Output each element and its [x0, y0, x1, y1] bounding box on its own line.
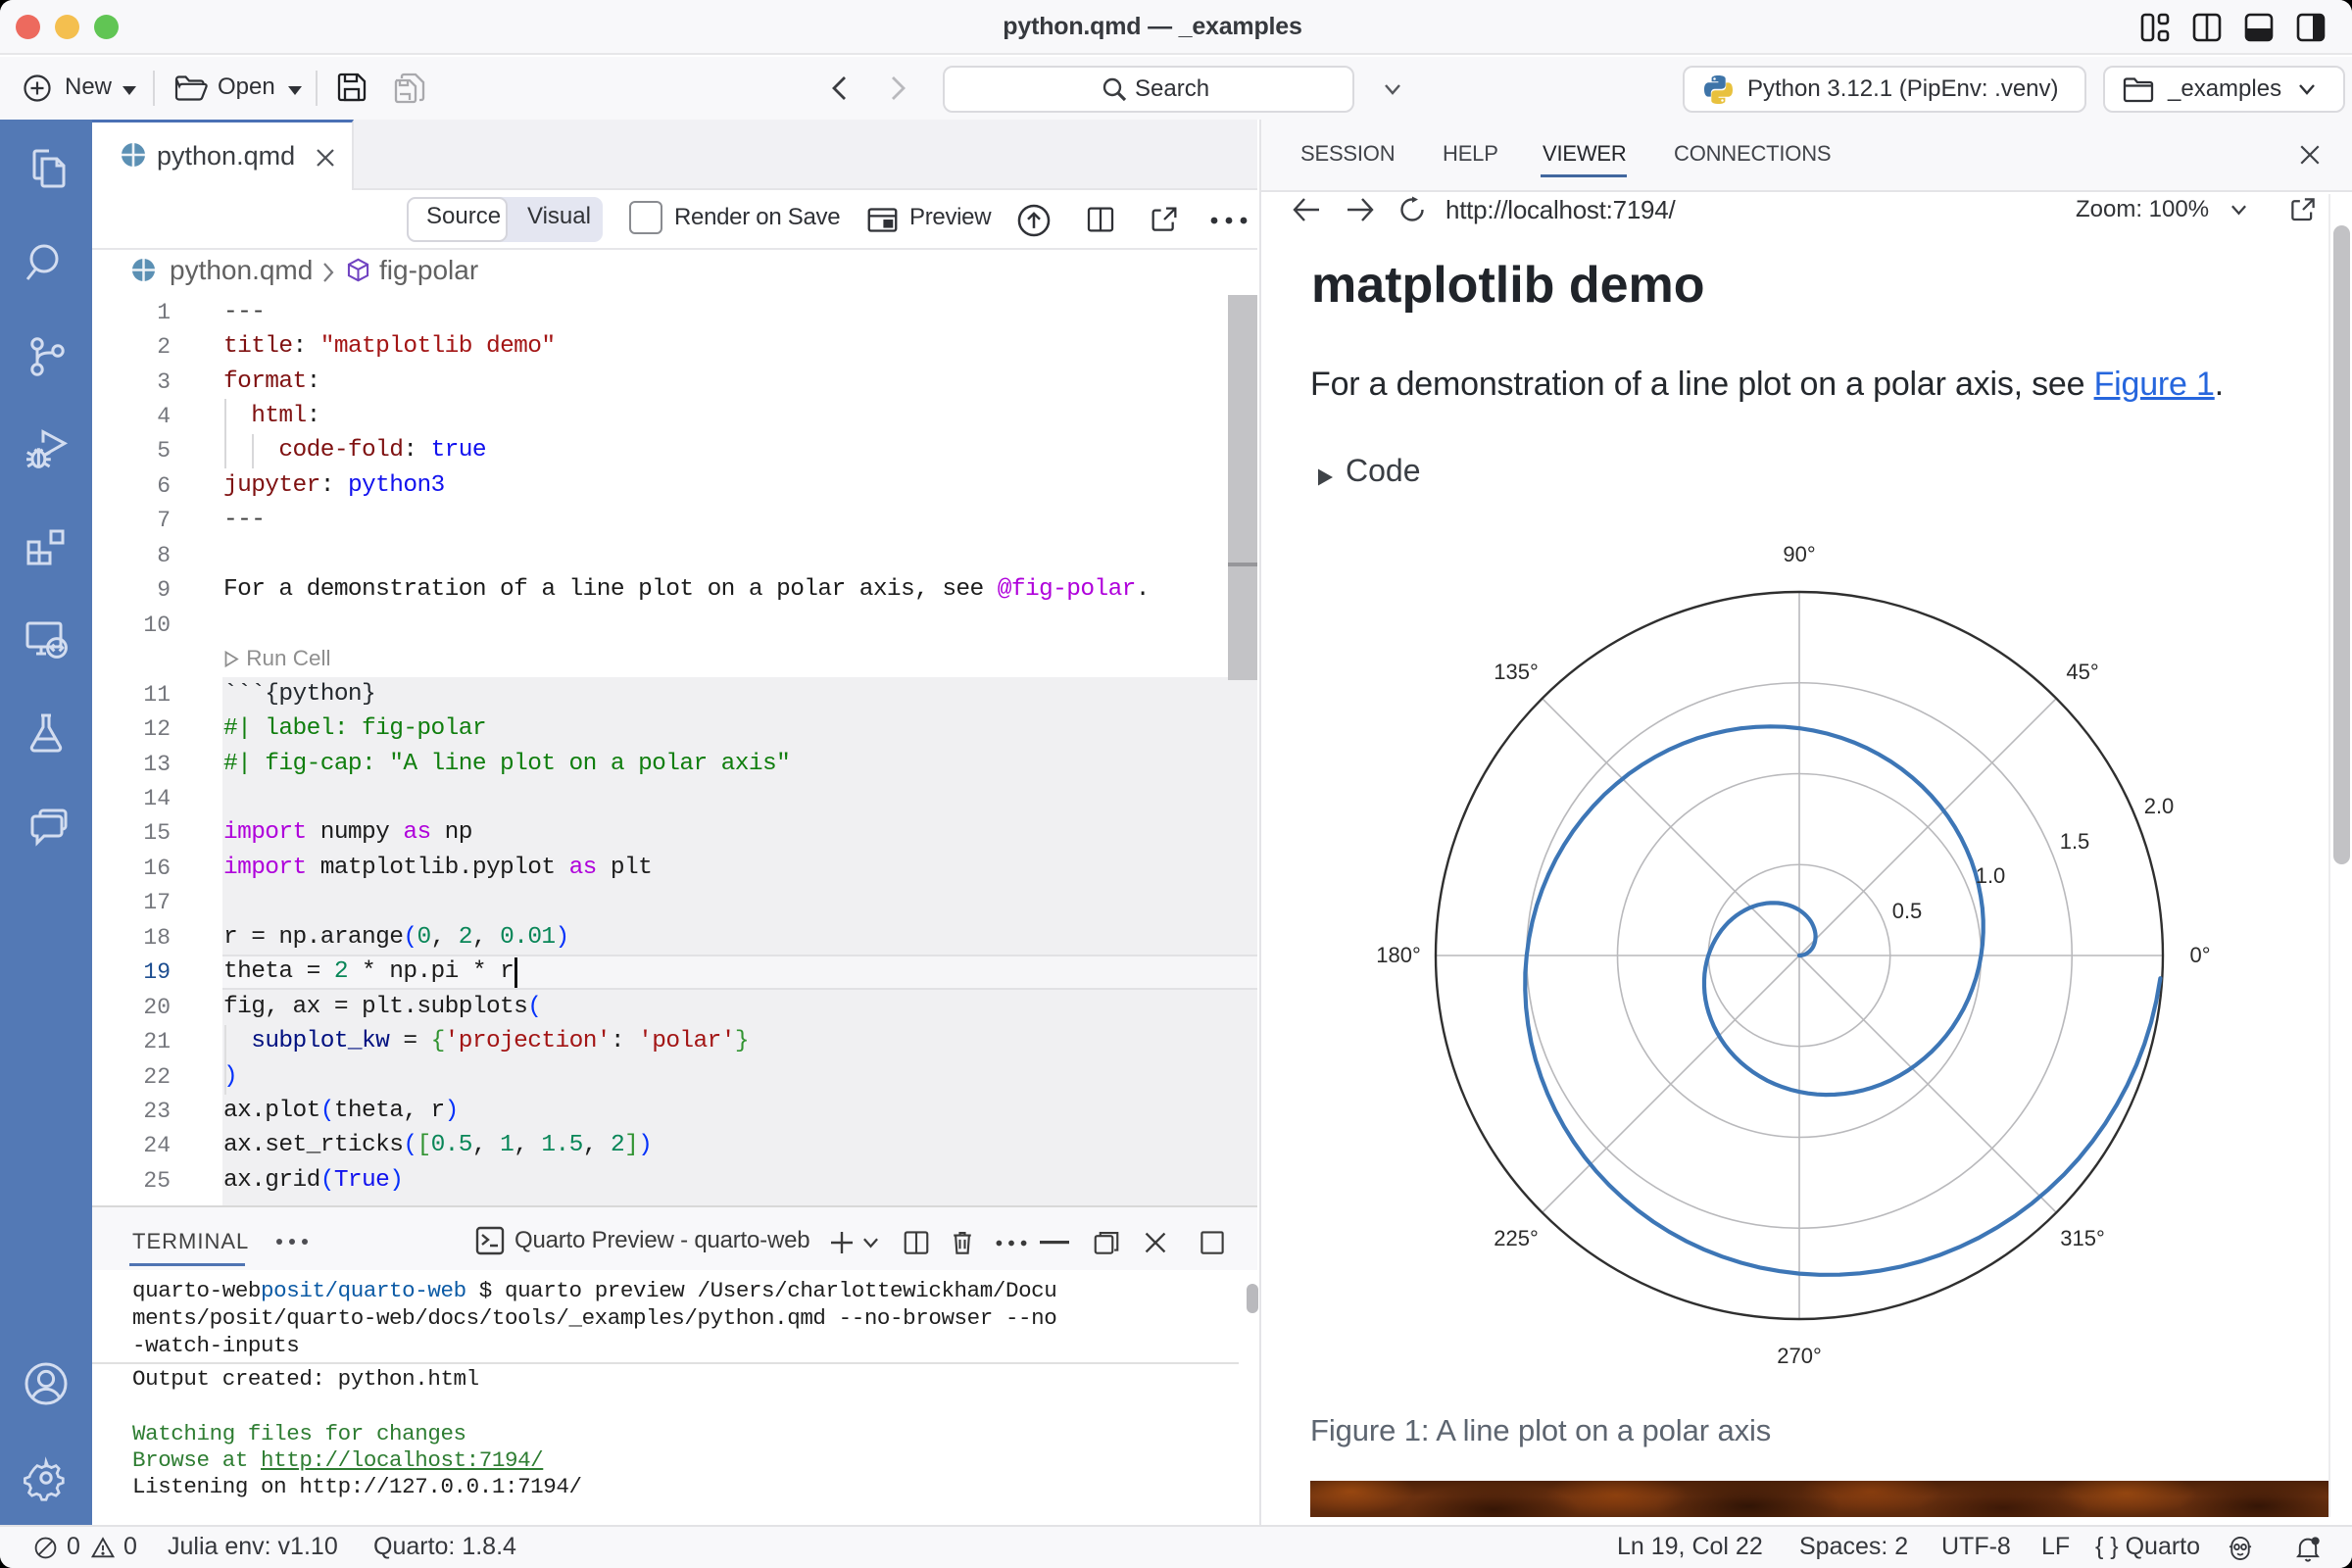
svg-text:135°: 135° [1494, 660, 1539, 684]
svg-text:1.5: 1.5 [2060, 829, 2090, 854]
svg-text:0°: 0° [2189, 943, 2210, 967]
svg-text:180°: 180° [1376, 943, 1421, 967]
svg-text:90°: 90° [1783, 542, 1815, 566]
svg-text:270°: 270° [1777, 1344, 1822, 1368]
svg-text:0.5: 0.5 [1892, 899, 1923, 923]
svg-text:315°: 315° [2060, 1226, 2105, 1250]
svg-text:45°: 45° [2066, 660, 2098, 684]
svg-text:2.0: 2.0 [2144, 794, 2175, 818]
svg-text:1.0: 1.0 [1976, 863, 2006, 888]
svg-text:225°: 225° [1494, 1226, 1539, 1250]
